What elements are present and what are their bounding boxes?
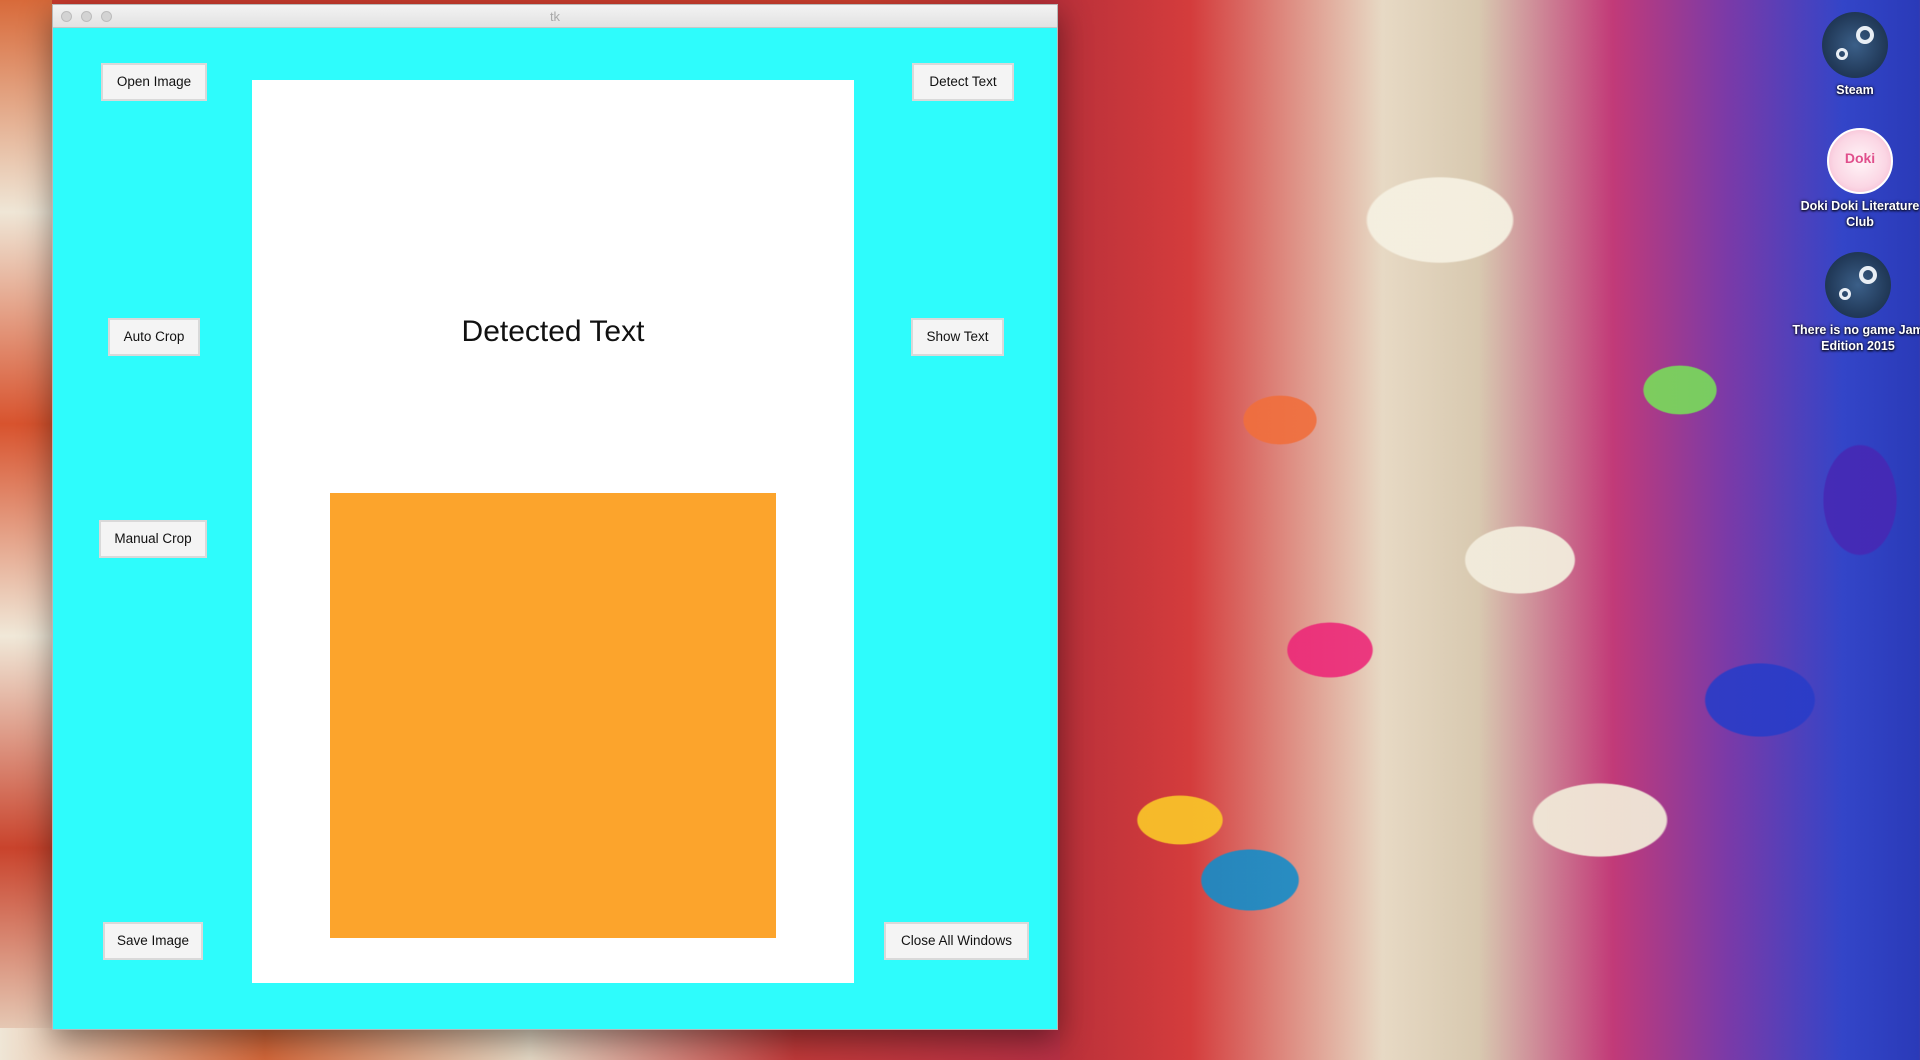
detect-text-button[interactable]: Detect Text: [912, 63, 1014, 101]
auto-crop-button[interactable]: Auto Crop: [108, 318, 200, 356]
desktop-icon-steam[interactable]: Steam: [1785, 12, 1920, 98]
desktop-wallpaper-left: [0, 0, 52, 1060]
desktop-icon-doki-doki-literature-club[interactable]: Doki Doki Doki Literature Club: [1790, 128, 1920, 230]
desktop-icon-label: Doki Doki Literature Club: [1800, 199, 1920, 229]
show-text-button[interactable]: Show Text: [911, 318, 1004, 356]
desktop-icon-label: There is no game Jam Edition 2015: [1792, 323, 1920, 353]
desktop-wallpaper-bottom: [0, 1028, 1060, 1060]
desktop-icon-there-is-no-game[interactable]: There is no game Jam Edition 2015: [1788, 252, 1920, 354]
detected-text-heading: Detected Text: [461, 315, 645, 348]
app-content: Open Image Detect Text Auto Crop Show Te…: [53, 28, 1057, 1029]
doki-doki-icon: Doki: [1827, 128, 1893, 194]
save-image-button[interactable]: Save Image: [103, 922, 203, 960]
steam-icon: [1822, 12, 1888, 78]
title-bar[interactable]: tk: [53, 5, 1057, 28]
steam-icon: [1825, 252, 1891, 318]
open-image-button[interactable]: Open Image: [101, 63, 207, 101]
detected-text-panel: Detected Text: [252, 80, 854, 983]
close-all-windows-button[interactable]: Close All Windows: [884, 922, 1029, 960]
app-window: tk Open Image Detect Text Auto Crop Show…: [52, 4, 1058, 1030]
window-title: tk: [549, 9, 561, 24]
manual-crop-button[interactable]: Manual Crop: [99, 520, 207, 558]
image-preview: [330, 493, 776, 938]
desktop-icon-label: Steam: [1836, 83, 1874, 97]
